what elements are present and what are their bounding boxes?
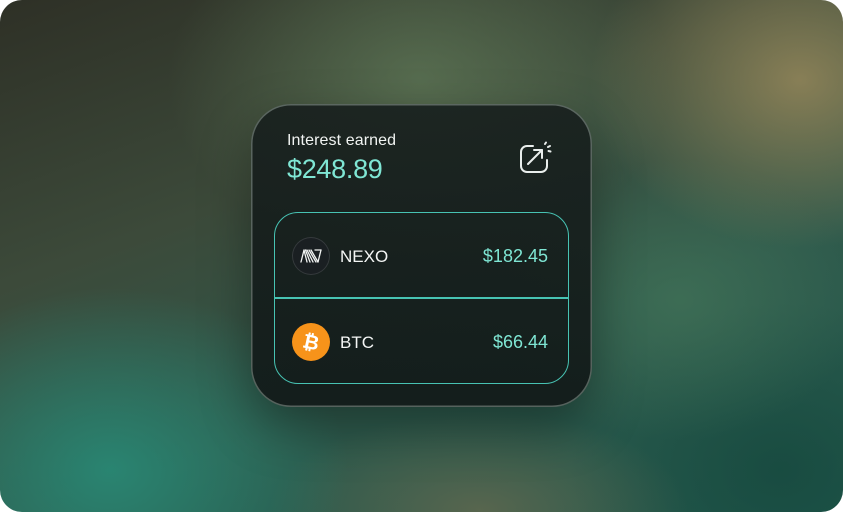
asset-row-btc[interactable]: ₿ BTC $66.44 <box>275 299 568 383</box>
expand-arrow-icon[interactable] <box>517 140 553 176</box>
asset-value: $182.45 <box>482 246 548 266</box>
asset-name: NEXO <box>340 247 389 266</box>
bitcoin-logo-icon: ₿ <box>292 323 330 361</box>
asset-list: NEXO $182.45 ₿ BTC $66.44 <box>274 212 569 384</box>
asset-row-nexo[interactable]: NEXO $182.45 <box>275 213 568 298</box>
asset-value: $66.44 <box>492 332 548 352</box>
interest-widget: Interest earned $248.89 NEXO $182.45 ₿ B… <box>251 104 592 407</box>
nexo-logo-icon <box>292 237 330 275</box>
widget-title: Interest earned <box>287 132 397 149</box>
svg-text:₿: ₿ <box>301 329 322 356</box>
total-interest-amount: $248.89 <box>287 154 383 184</box>
asset-name: BTC <box>340 333 374 352</box>
background: Interest earned $248.89 NEXO $182.45 ₿ B… <box>0 0 843 512</box>
